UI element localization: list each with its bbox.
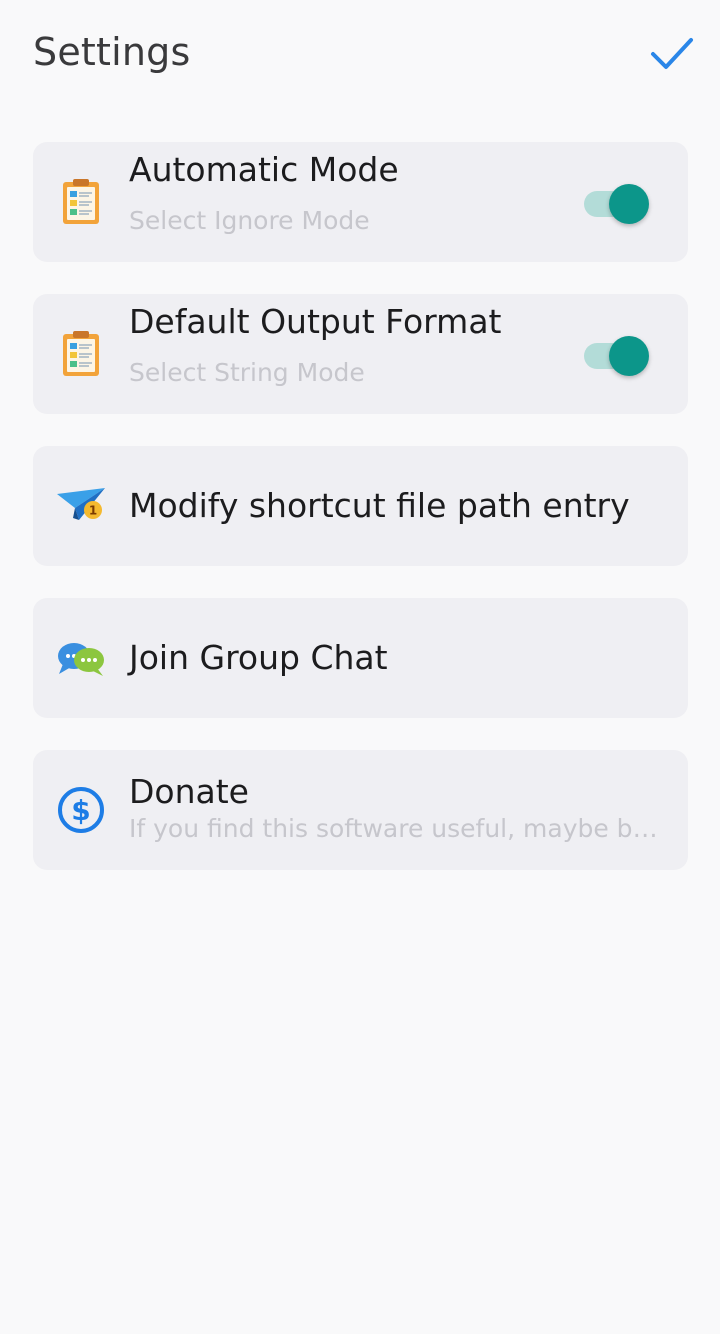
dollar-icon: $ [55, 784, 107, 836]
paper-plane-icon: 1 [55, 480, 107, 532]
page-title: Settings [33, 30, 191, 74]
setting-modify-shortcut-path[interactable]: 1 Modify shortcut file path entry [33, 446, 688, 566]
setting-label: Default Output Format [129, 302, 502, 341]
setting-description: Select Ignore Mode [129, 206, 370, 235]
clipboard-icon [55, 176, 107, 228]
chat-bubbles-icon [55, 632, 107, 684]
setting-donate[interactable]: $ Donate If you find this software usefu… [33, 750, 688, 870]
svg-text:$: $ [71, 794, 90, 827]
checkmark-icon[interactable] [648, 34, 696, 74]
setting-description: Select String Mode [129, 358, 365, 387]
settings-screen: Settings Automatic Mode Select Ignore Mo… [0, 0, 720, 1334]
svg-text:1: 1 [89, 504, 97, 518]
setting-label: Join Group Chat [129, 638, 388, 677]
setting-label: Modify shortcut file path entry [129, 486, 630, 525]
default-output-format-toggle[interactable] [584, 336, 652, 376]
header: Settings [0, 0, 720, 110]
toggle-thumb [609, 336, 649, 376]
automatic-mode-toggle[interactable] [584, 184, 652, 224]
setting-description: If you find this software useful, maybe … [129, 814, 659, 843]
setting-join-group-chat[interactable]: Join Group Chat [33, 598, 688, 718]
setting-label: Automatic Mode [129, 150, 399, 189]
setting-default-output-format[interactable]: Default Output Format Select String Mode [33, 294, 688, 414]
setting-label: Donate [129, 772, 249, 811]
toggle-thumb [609, 184, 649, 224]
setting-automatic-mode[interactable]: Automatic Mode Select Ignore Mode [33, 142, 688, 262]
clipboard-icon [55, 328, 107, 380]
